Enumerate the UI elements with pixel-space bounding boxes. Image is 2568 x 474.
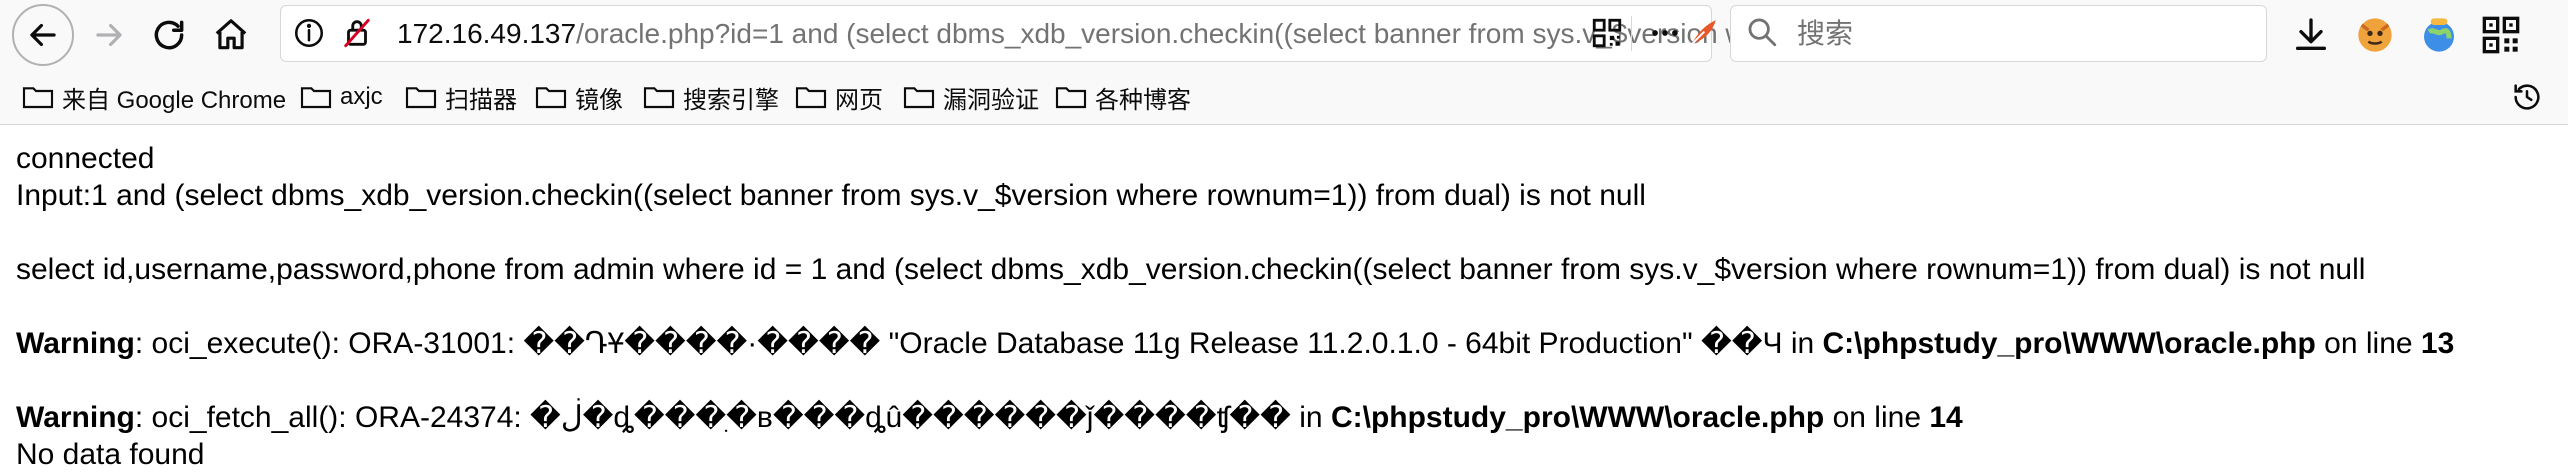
insecure-lock-icon[interactable] (339, 15, 375, 51)
folder-icon (535, 87, 567, 109)
home-icon (215, 19, 247, 50)
browser-toolbar: 172.16.49.137/oracle.php?id=1 and (selec… (0, 0, 2568, 70)
warning-message: : oci_fetch_all(): ORA-24374: �ڶ�ȡ���ִ�в… (134, 401, 1331, 434)
warning-line-number: 13 (2420, 327, 2455, 360)
search-input[interactable] (1795, 14, 2239, 54)
warning-file: C:\phpstudy_pro\WWW\oracle.php (1822, 327, 2316, 360)
input-line: Input:1 and (select dbms_xdb_version.che… (16, 179, 1646, 212)
history-icon[interactable] (2510, 80, 2544, 114)
bookmark-folder-blogs[interactable]: 各种博客 (1055, 80, 1191, 114)
bookmark-folder-search-engines[interactable]: 搜索引擎 (643, 80, 779, 114)
warning-on-line: on line (2315, 327, 2421, 360)
no-data-line: No data found (16, 438, 205, 471)
qr-code-icon[interactable] (1589, 15, 1625, 51)
bookmark-label: 扫描器 (445, 86, 517, 114)
folder-icon (405, 87, 437, 109)
bookmark-label: axjc (340, 83, 383, 110)
warning-file: C:\phpstudy_pro\WWW\oracle.php (1330, 401, 1825, 434)
bookmark-label: 各种博客 (1095, 86, 1191, 114)
download-icon (2296, 18, 2326, 50)
globe-extension-icon (2424, 18, 2454, 52)
more-actions-icon[interactable] (1647, 15, 1683, 51)
bookmark-folder-mirrors[interactable]: 镜像 (535, 80, 623, 114)
arrow-right-icon (96, 23, 122, 47)
url-host: 172.16.49.137 (397, 18, 577, 49)
status-line: connected (16, 142, 155, 175)
info-icon[interactable] (291, 15, 327, 51)
bookmark-label: 搜索引擎 (683, 86, 779, 114)
bookmark-label: 来自 Google Chrome (62, 86, 287, 114)
warning-on-line: on line (1824, 401, 1930, 434)
feather-icon[interactable] (1685, 15, 1721, 51)
folder-icon (300, 87, 332, 109)
folder-icon (1055, 87, 1087, 109)
qr-extension-button[interactable] (2472, 6, 2530, 64)
warning-label: Warning (16, 327, 135, 360)
qr-code-extension-icon (2482, 16, 2520, 54)
bookmark-label: 镜像 (575, 86, 623, 114)
warning-execute: Warning: oci_execute(): ORA-31001: ��ԴҰ�… (16, 325, 2556, 362)
bookmark-folder-webpages[interactable]: 网页 (795, 80, 883, 114)
bookmark-label: 网页 (835, 86, 883, 114)
folder-icon (643, 87, 675, 109)
reload-icon (154, 20, 184, 50)
warning-line-number: 14 (1929, 401, 1963, 434)
url-path: /oracle.php?id=1 and (select dbms_xdb_ve… (576, 18, 1757, 49)
bookmark-folder-scanners[interactable]: 扫描器 (405, 80, 517, 114)
extension-globe-button[interactable] (2410, 6, 2468, 64)
search-bar[interactable] (1730, 5, 2267, 62)
bookmark-label: 漏洞验证 (943, 86, 1039, 114)
folder-icon (795, 87, 827, 109)
folder-icon (903, 87, 935, 109)
query-line: select id,username,password,phone from a… (16, 253, 2366, 286)
extension-fox-button[interactable] (2346, 6, 2404, 64)
bookmark-folder-axjc[interactable]: axjc (300, 80, 383, 114)
url-bar[interactable]: 172.16.49.137/oracle.php?id=1 and (selec… (280, 5, 1759, 62)
url-divider (1631, 16, 1632, 51)
arrow-left-icon (30, 23, 56, 47)
bookmark-folder-google-chrome[interactable]: 来自 Google Chrome (22, 80, 286, 114)
warning-fetch: Warning: oci_fetch_all(): ORA-24374: �ڶ�… (16, 399, 2556, 436)
search-icon (1745, 15, 1781, 51)
back-button[interactable] (12, 4, 74, 66)
home-button[interactable] (202, 6, 260, 64)
forward-button[interactable] (80, 6, 138, 64)
reload-button[interactable] (140, 6, 198, 64)
url-text[interactable]: 172.16.49.137/oracle.php?id=1 and (selec… (397, 6, 1757, 61)
folder-icon (22, 87, 54, 109)
bookmarks-toolbar: 来自 Google Chrome axjc 扫描器 镜像 搜索引擎 网页 漏洞验… (0, 70, 2568, 125)
bookmark-folder-vuln-verify[interactable]: 漏洞验证 (903, 80, 1039, 114)
warning-label: Warning (16, 401, 135, 434)
warning-message: : oci_execute(): ORA-31001: ��ԴҰ����·���… (134, 327, 1823, 360)
page-content: connected Input:1 and (select dbms_xdb_v… (16, 140, 2556, 473)
fox-extension-icon (2358, 18, 2392, 52)
downloads-button[interactable] (2282, 6, 2340, 64)
